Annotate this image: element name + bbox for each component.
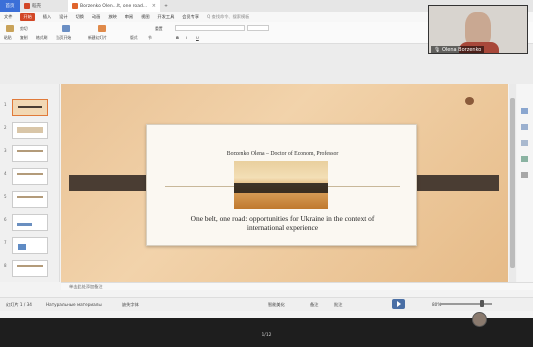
tab-close-icon[interactable]: × [152, 3, 156, 9]
play-slideshow-button[interactable] [392, 299, 405, 309]
menu-file[interactable]: 文件 [4, 14, 12, 20]
menu-view[interactable]: 视图 [141, 14, 149, 20]
screen: 首页 稻壳 Borzenko Olen...lt, one road... × +… [0, 0, 533, 347]
page-indicator: 1/12 [261, 333, 272, 338]
slide-content[interactable]: Borzenko Olena – Doctor of Econom, Profe… [146, 124, 417, 246]
animation-pane-icon[interactable] [521, 124, 528, 130]
thumbnail-slide-8[interactable] [12, 260, 48, 277]
paste-icon[interactable] [6, 25, 14, 32]
property-icon[interactable] [521, 108, 528, 114]
reset-button[interactable]: 重置 [155, 26, 163, 32]
thumbnail-slide-1[interactable] [12, 99, 48, 116]
notes-area[interactable]: 单击此处添加备注 [61, 282, 533, 290]
layout-button[interactable]: 版式 [130, 35, 138, 41]
wps-logo-icon [24, 3, 30, 9]
command-search[interactable]: Q 查找命令、搜索模板 [207, 14, 249, 20]
microphone-icon: 🎙 [434, 47, 441, 53]
underline-button[interactable]: U [196, 35, 199, 40]
copy-button[interactable]: 复制 [20, 35, 28, 41]
thumbnail-slide-3[interactable] [12, 145, 48, 162]
participant-name: Olena Borzenko [441, 47, 482, 53]
thumbnail-number: 1 [4, 102, 7, 107]
left-decorative-band [69, 175, 156, 191]
slide-title-line-2: international experience [246, 223, 319, 232]
text-icon[interactable] [521, 172, 528, 178]
thumbnail-number: 7 [4, 240, 7, 245]
table-icon[interactable] [521, 140, 528, 146]
thumbnail-slide-6[interactable] [12, 214, 48, 231]
tab-document[interactable]: Borzenko Olen...lt, one road... × [68, 0, 160, 12]
thumbnail-slide-4[interactable] [12, 168, 48, 185]
participant-name-label: 🎙 Olena Borzenko [431, 46, 485, 53]
thumbnail-number: 3 [4, 148, 7, 153]
menu-animation[interactable]: 动画 [92, 14, 100, 20]
menu-member[interactable]: 会员专享 [182, 14, 199, 20]
desert-camels-image[interactable] [234, 161, 328, 209]
thumbnail-slide-7[interactable] [12, 237, 48, 254]
thumbnail-slide-2[interactable] [12, 122, 48, 139]
thumbnail-number: 8 [4, 263, 7, 268]
thumbnail-slide-5[interactable] [12, 191, 48, 208]
menu-slideshow[interactable]: 放映 [108, 14, 116, 20]
format-painter-button[interactable]: 格式刷 [36, 35, 47, 41]
slide-title-line-1: One belt, one road: opportunities for Uk… [190, 214, 375, 223]
notes-toggle-button[interactable]: 备注 [310, 302, 318, 308]
menu-start[interactable]: 开始 [20, 13, 35, 21]
share-icon[interactable] [521, 156, 528, 162]
tab-wps[interactable]: 稻壳 [20, 0, 68, 12]
play-from-current-icon[interactable] [62, 25, 70, 32]
tab-wps-label: 稻壳 [32, 4, 41, 9]
menu-design[interactable]: 设计 [59, 14, 67, 20]
scrollbar-thumb[interactable] [510, 98, 515, 268]
new-tab-label: + [164, 3, 168, 9]
play-from-current-button[interactable]: 当页开始 [56, 35, 71, 41]
paste-button[interactable]: 粘贴 [4, 35, 12, 41]
presentation-file-icon [72, 3, 78, 9]
right-tool-panel [517, 84, 533, 282]
play-icon [397, 301, 401, 307]
right-decorative-band [407, 175, 499, 191]
missing-font-button[interactable]: 缺失字体 [122, 302, 139, 308]
thumbnail-number: 6 [4, 217, 7, 222]
cut-button[interactable]: 剪切 [20, 26, 28, 32]
font-family-select[interactable] [175, 25, 245, 31]
zoom-slider-knob[interactable] [480, 300, 484, 307]
slide-author-line[interactable]: Borzenko Olena – Doctor of Econom, Profe… [147, 151, 418, 157]
new-slide-icon[interactable] [98, 25, 106, 32]
italic-button[interactable]: I [186, 35, 187, 40]
menu-transition[interactable]: 切换 [76, 14, 84, 20]
smart-beautify-button[interactable]: 智能美化 [268, 302, 285, 308]
slide-logo-icon [465, 97, 474, 105]
thumbnail-number: 5 [4, 194, 7, 199]
camel-caravan-silhouette [234, 183, 328, 193]
participant-avatar[interactable] [472, 312, 487, 327]
tab-home[interactable]: 首页 [0, 0, 20, 12]
comments-toggle-button[interactable]: 批注 [334, 302, 342, 308]
font-size-select[interactable] [247, 25, 269, 31]
tab-home-label: 首页 [5, 4, 15, 9]
participant-video[interactable]: 🎙 Olena Borzenko [428, 5, 528, 54]
vertical-scrollbar[interactable] [509, 84, 516, 282]
slide-thumbnail-panel: 1 2 3 4 5 6 7 8 [0, 84, 60, 282]
slide-counter: 幻灯片 1 / 34 [6, 302, 32, 307]
section-button[interactable]: 节 [148, 35, 152, 41]
new-tab-button[interactable]: + [160, 0, 172, 12]
theme-name[interactable]: Натуральные материалы [46, 302, 102, 307]
participant-face [465, 12, 491, 46]
menu-insert[interactable]: 插入 [43, 14, 51, 20]
bold-button[interactable]: B [176, 35, 179, 40]
menu-review[interactable]: 审阅 [125, 14, 133, 20]
new-slide-button[interactable]: 新建幻灯片 [88, 35, 107, 41]
thumbnail-number: 2 [4, 125, 7, 130]
slide-title[interactable]: One belt, one road: opportunities for Uk… [167, 214, 398, 232]
zoom-slider-track[interactable] [440, 303, 492, 305]
thumbnail-number: 4 [4, 171, 7, 176]
tab-document-label: Borzenko Olen...lt, one road... [80, 3, 148, 9]
menu-developer[interactable]: 开发工具 [158, 14, 175, 20]
